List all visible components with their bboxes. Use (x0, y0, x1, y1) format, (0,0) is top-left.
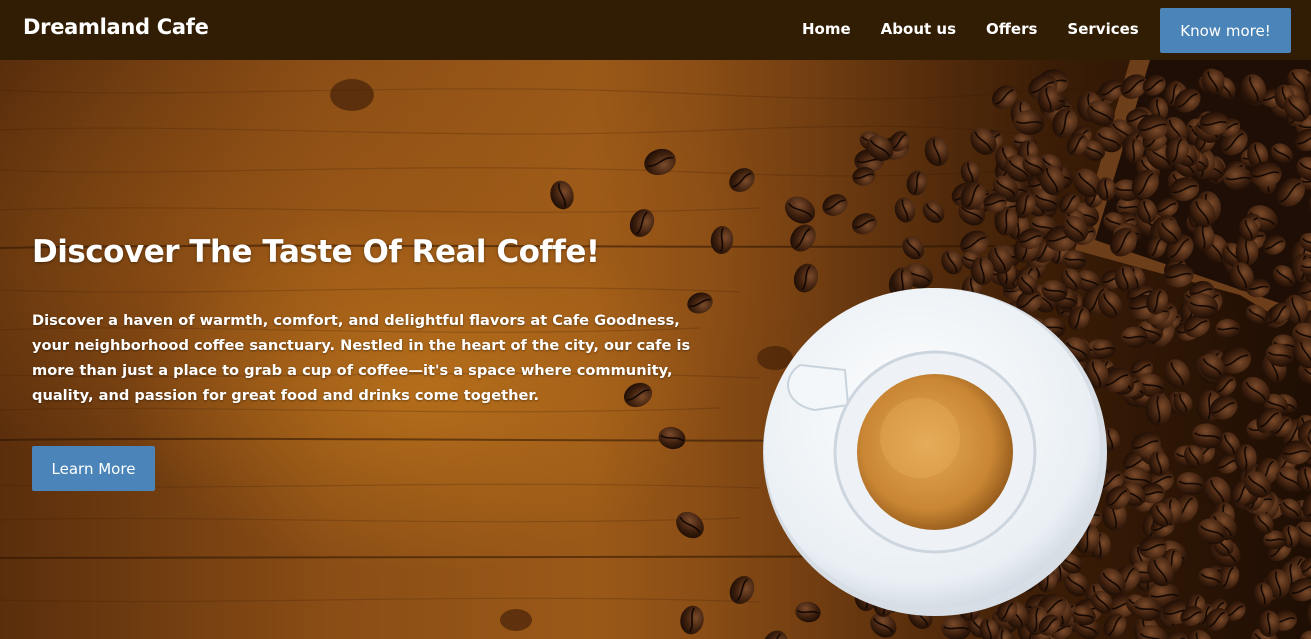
nav-link-services[interactable]: Services (1067, 20, 1138, 38)
hero-description: Discover a haven of warmth, comfort, and… (32, 312, 691, 404)
nav-menu: Home About us Offers Services (802, 20, 1169, 38)
nav-link-home[interactable]: Home (802, 20, 851, 38)
learn-more-button[interactable]: Learn More (32, 446, 155, 491)
hero-title: Discover The Taste Of Real Coffe! (32, 234, 600, 270)
know-more-button[interactable]: Know more! (1160, 8, 1291, 53)
hero-text-block: Discover The Taste Of Real Coffe! Discov… (32, 234, 690, 408)
hero-section: Discover The Taste Of Real Coffe! Discov… (0, 60, 1311, 639)
nav-link-offers[interactable]: Offers (986, 20, 1037, 38)
nav-link-about[interactable]: About us (881, 20, 956, 38)
navbar: Dreamland Cafe Home About us Offers Serv… (0, 0, 1311, 60)
brand-logo[interactable]: Dreamland Cafe (23, 15, 209, 39)
